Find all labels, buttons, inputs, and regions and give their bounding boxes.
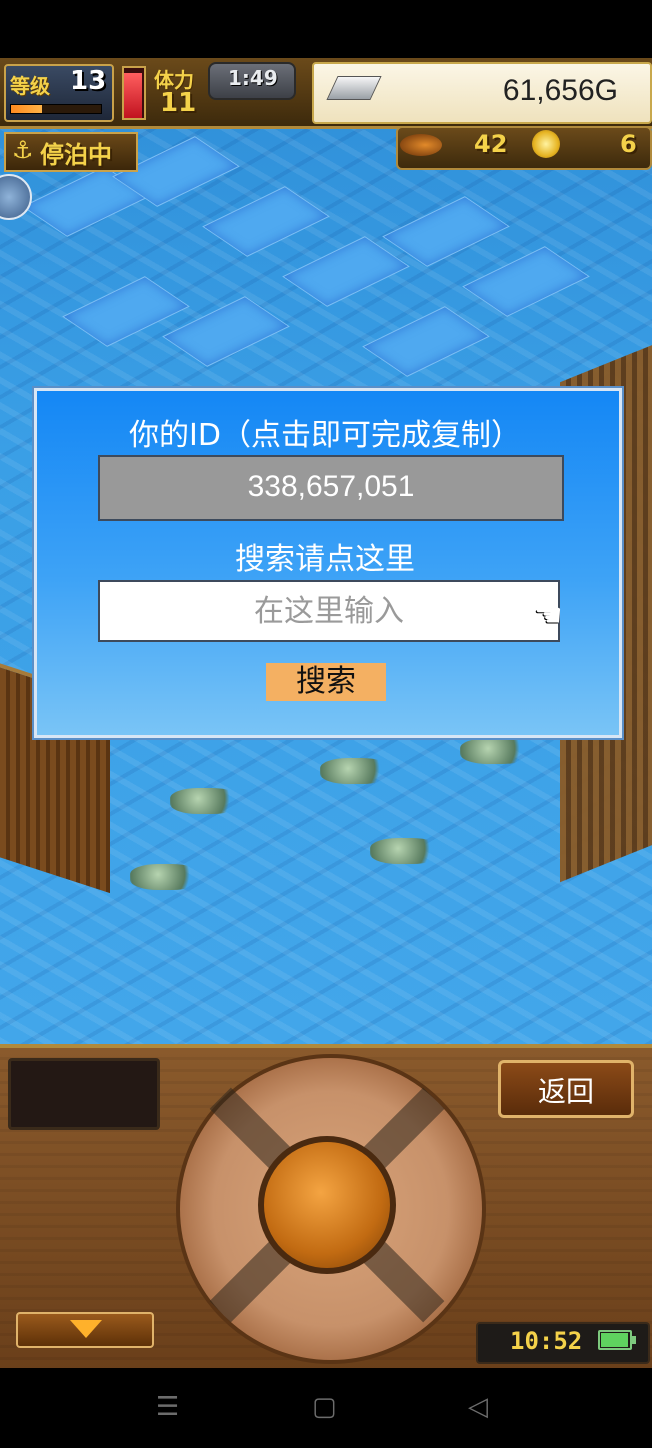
mini-screen	[8, 1058, 160, 1130]
hand-pointer-icon: ☛	[534, 596, 563, 634]
search-input[interactable]	[98, 580, 560, 642]
battery-fill	[601, 1333, 628, 1347]
home-icon[interactable]: ▢	[312, 1392, 337, 1422]
stamina-value: 11	[160, 88, 197, 118]
anchor-icon: ⚓	[12, 136, 34, 164]
level-exp-fill	[11, 105, 42, 113]
rock-cluster	[370, 838, 440, 864]
player-id-value[interactable]: 338,657,051	[98, 470, 564, 504]
status-bar	[0, 0, 652, 58]
rock-cluster	[320, 758, 390, 784]
dpad-center-button[interactable]	[258, 1136, 396, 1274]
level-label: 等级	[10, 74, 50, 98]
menu-icon[interactable]: ☰	[156, 1392, 179, 1422]
moored-label: 停泊中	[40, 141, 112, 169]
coin-icon	[532, 130, 560, 158]
fish-count: 42	[474, 130, 508, 158]
down-arrow-icon	[70, 1320, 102, 1338]
rock-cluster	[170, 788, 240, 814]
clock-time: 10:52	[510, 1327, 583, 1355]
stamina-gauge-fill	[124, 73, 142, 118]
fish-icon	[400, 134, 442, 156]
coin-count: 6	[620, 130, 637, 158]
battery-nub	[632, 1336, 636, 1344]
timer-text: 1:49	[228, 66, 278, 90]
rock-cluster	[130, 864, 200, 890]
dialog-title: 你的ID（点击即可完成复制）	[129, 418, 521, 453]
gold-amount: 61,656G	[502, 74, 618, 107]
rock-cluster	[460, 738, 530, 764]
back-button[interactable]: 返回	[498, 1060, 634, 1118]
back-icon[interactable]: ◁	[468, 1392, 488, 1422]
search-hint: 搜索请点这里	[235, 542, 415, 577]
level-value: 13	[70, 66, 107, 96]
search-button[interactable]: 搜索	[266, 663, 386, 701]
